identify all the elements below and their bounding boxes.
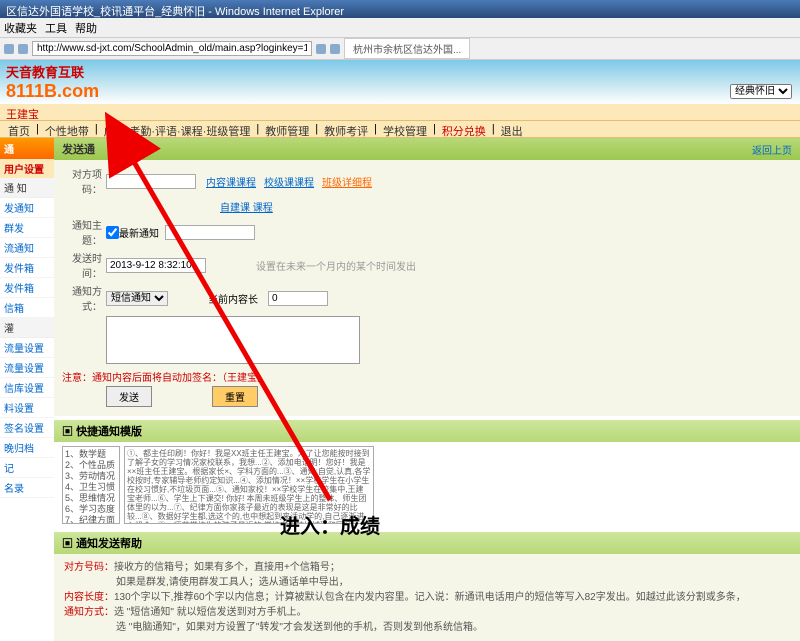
back-link[interactable]: 返回上页 xyxy=(752,142,792,157)
template-category-list[interactable]: 1、数学题2、个性品质3、劳动情况 4、卫生习惯5、思维情况6、学习态度 7、纪… xyxy=(62,446,120,524)
reset-button[interactable]: 重置 xyxy=(212,386,258,407)
user-bar: 王建宝 xyxy=(0,104,800,120)
sidebar-item[interactable]: 签名设置 xyxy=(0,418,54,438)
sidebar-cat-notify: 通 知 xyxy=(0,178,54,198)
nav-grades[interactable]: 成绩·考勤·评语·课程·班级管理 xyxy=(100,123,255,135)
back-icon[interactable] xyxy=(4,44,14,54)
sidebar-head: 通 xyxy=(0,138,54,159)
annotation-text: 进入：成绩 xyxy=(280,510,380,539)
sidebar-item[interactable]: 流通知 xyxy=(0,238,54,258)
label-target: 对方项码： xyxy=(62,166,106,196)
sidebar-item[interactable]: 信库设置 xyxy=(0,378,54,398)
nav-personal[interactable]: 个性地带 xyxy=(41,123,93,135)
nav-school-mgmt[interactable]: 学校管理 xyxy=(379,123,431,135)
panel-title: 发送通 xyxy=(62,141,95,157)
input-time[interactable] xyxy=(106,258,206,273)
len-label: 当前内容长 xyxy=(208,291,258,306)
content-textarea[interactable] xyxy=(106,316,360,364)
menu-favorites[interactable]: 收藏夹 xyxy=(4,20,37,36)
forward-icon[interactable] xyxy=(18,44,28,54)
stop-icon[interactable] xyxy=(330,44,340,54)
label-subject: 通知主题： xyxy=(62,217,106,247)
select-method[interactable]: 短信通知 xyxy=(106,291,168,306)
sidebar-item[interactable]: 流量设置 xyxy=(0,338,54,358)
quick-template-body: 1、数学题2、个性品质3、劳动情况 4、卫生习惯5、思维情况6、学习态度 7、纪… xyxy=(54,442,800,528)
refresh-icon[interactable] xyxy=(316,44,326,54)
address-bar: 杭州市余杭区信达外国... xyxy=(0,38,800,60)
browser-tab[interactable]: 杭州市余杭区信达外国... xyxy=(344,38,470,59)
input-target[interactable] xyxy=(106,174,196,189)
send-button[interactable]: 发送 xyxy=(106,386,152,407)
sidebar-item[interactable]: 料设置 xyxy=(0,398,54,418)
banner: 天音教育互联 8111B.com 经典怀旧 xyxy=(0,60,800,104)
panel-header: 发送通 返回上页 xyxy=(54,138,800,160)
sidebar-item[interactable]: 发件箱 xyxy=(0,278,54,298)
brand-en: 8111B.com xyxy=(6,81,99,102)
sidebar: 通 用户设置 通 知 发通知 群发 流通知 发件箱 发件箱 信箱 灌 流量设置 … xyxy=(0,138,54,641)
main-content: 发送通 返回上页 对方项码： 内容课课程 校级课课程 班级详细程 自建课 课程 … xyxy=(54,138,800,641)
quick-template-header: ▣ 快捷通知模版 xyxy=(54,420,800,442)
menu-help[interactable]: 帮助 xyxy=(75,20,97,36)
nav-logout[interactable]: 退出 xyxy=(497,123,527,135)
sidebar-item[interactable]: 记 xyxy=(0,458,54,478)
input-subject[interactable] xyxy=(165,225,255,240)
label-time: 发送时间： xyxy=(62,250,106,280)
tab-content[interactable]: 内容课课程 xyxy=(206,174,256,189)
menu-bar: 收藏夹 工具 帮助 xyxy=(0,18,800,38)
menu-tools[interactable]: 工具 xyxy=(45,20,67,36)
sidebar-item[interactable]: 灌 xyxy=(0,318,54,338)
tab-class[interactable]: 班级详细程 xyxy=(322,174,372,189)
tab-custom[interactable]: 自建课 课程 xyxy=(220,199,273,214)
sidebar-item[interactable]: 发通知 xyxy=(0,198,54,218)
subject-checkbox-label: 最新通知 xyxy=(119,225,159,240)
url-input[interactable] xyxy=(32,41,312,56)
nav-teacher-mgmt[interactable]: 教师管理 xyxy=(261,123,313,135)
logo: 天音教育互联 8111B.com xyxy=(6,62,99,102)
nav-home[interactable]: 首页 xyxy=(4,123,34,135)
sidebar-item[interactable]: 群发 xyxy=(0,218,54,238)
subject-checkbox[interactable] xyxy=(106,226,119,239)
help-body: 对方号码：接收方的信箱号；如果有多个，直接用+个信箱号； 如果是群发,请使用群发… xyxy=(54,554,800,641)
nav-points[interactable]: 积分兑换 xyxy=(438,123,490,135)
input-len xyxy=(268,291,328,306)
sidebar-item[interactable]: 流量设置 xyxy=(0,358,54,378)
sidebar-item[interactable]: 信箱 xyxy=(0,298,54,318)
main-nav: 首页| 个性地带| 成绩·考勤·评语·课程·班级管理| 教师管理| 教师考评| … xyxy=(0,120,800,138)
sidebar-sub: 用户设置 xyxy=(0,159,54,178)
brand-cn: 天音教育互联 xyxy=(6,62,99,81)
window-title: 区信达外国语学校_校讯通平台_经典怀旧 - Windows Internet E… xyxy=(0,0,800,18)
theme-select[interactable]: 经典怀旧 xyxy=(730,84,792,99)
sidebar-item[interactable]: 晚归档 xyxy=(0,438,54,458)
signature-note: 注意：通知内容后面将自动加签名：（王建宝） xyxy=(62,367,792,386)
help-header: ▣ 通知发送帮助 xyxy=(54,532,800,554)
time-note: 设置在未来一个月内的某个时间发出 xyxy=(256,258,416,273)
tab-school[interactable]: 校级课课程 xyxy=(264,174,314,189)
sidebar-item[interactable]: 名录 xyxy=(0,478,54,498)
nav-teacher-eval[interactable]: 教师考评 xyxy=(320,123,372,135)
sidebar-item[interactable]: 发件箱 xyxy=(0,258,54,278)
form-area: 对方项码： 内容课课程 校级课课程 班级详细程 自建课 课程 通知主题： 最新通… xyxy=(54,160,800,416)
label-method: 通知方式： xyxy=(62,283,106,313)
